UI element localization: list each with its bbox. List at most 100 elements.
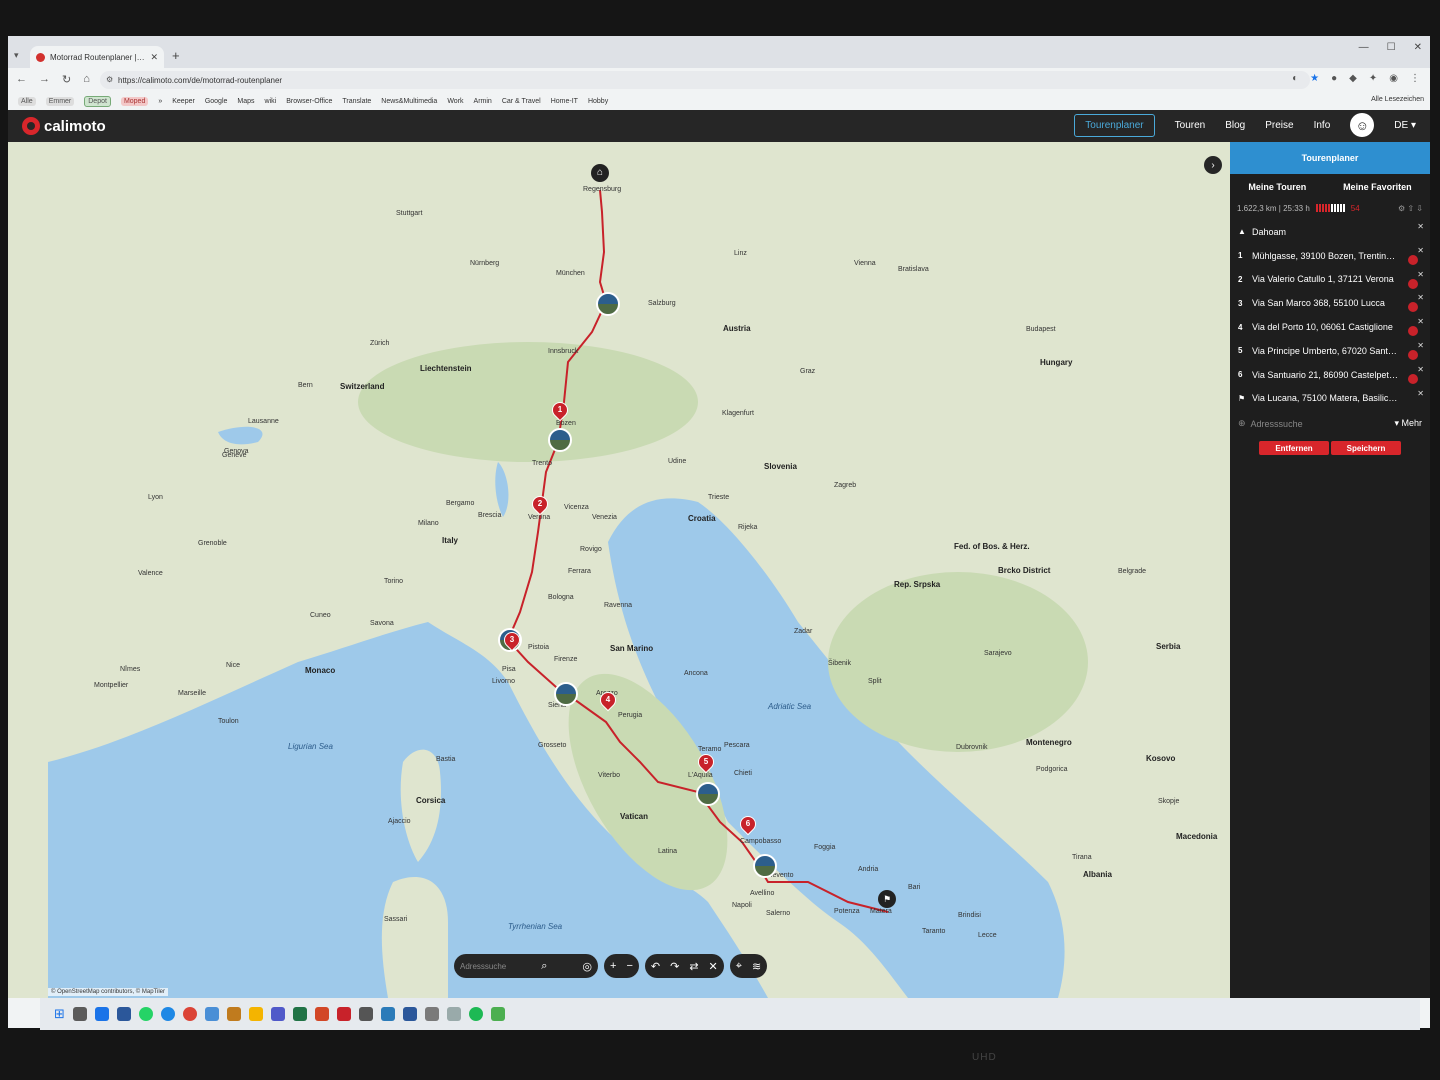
app-red-icon[interactable] xyxy=(336,1007,351,1021)
user-avatar-icon[interactable]: ☺ xyxy=(1350,113,1375,137)
redo-icon[interactable]: ↷ xyxy=(670,960,679,973)
extension-icon[interactable]: ● xyxy=(1331,73,1337,84)
bookmark-item[interactable]: Keeper xyxy=(172,98,195,105)
motorcycle-mode-icon[interactable] xyxy=(1408,278,1418,289)
photo-poi-icon[interactable] xyxy=(753,854,777,878)
panel-address-search[interactable]: ⊕ Adresssuche ▾ Mehr xyxy=(1230,410,1430,437)
list-item-end[interactable]: ⚑ Via Lucana, 75100 Matera, Basilicata ✕ xyxy=(1230,387,1430,411)
bookmark-item[interactable]: News&Multimedia xyxy=(381,98,437,105)
remove-waypoint-icon[interactable]: ✕ xyxy=(1417,246,1424,255)
app-light-icon[interactable] xyxy=(446,1007,461,1021)
photo-poi-icon[interactable] xyxy=(548,428,572,452)
map-attribution[interactable]: © OpenStreetMap contributors, © MapTiler xyxy=(48,988,168,996)
motorcycle-mode-icon[interactable] xyxy=(1408,326,1418,337)
close-window-icon[interactable]: ✕ xyxy=(1414,42,1422,53)
all-bookmarks-folder[interactable]: Alle Lesezeichen xyxy=(1371,96,1424,103)
bookmark-item[interactable]: wiki xyxy=(265,98,277,105)
more-dropdown[interactable]: ▾ Mehr xyxy=(1394,418,1422,429)
remove-waypoint-icon[interactable]: ✕ xyxy=(1417,365,1424,374)
app-gray-icon[interactable] xyxy=(358,1007,373,1021)
map-search-box[interactable]: Adresssuche ⌕ ◎ xyxy=(454,954,598,978)
undo-icon[interactable]: ↶ xyxy=(651,960,660,973)
shield-icon[interactable]: ◆ xyxy=(1349,73,1357,84)
bookmark-item[interactable]: » xyxy=(158,98,162,105)
browser-tab[interactable]: Motorrad Routenplaner | calim ✕ xyxy=(30,46,164,68)
bookmark-star-icon[interactable]: ★ xyxy=(1310,73,1319,84)
remove-waypoint-icon[interactable]: ✕ xyxy=(1417,341,1424,350)
bookmark-item[interactable]: Home-IT xyxy=(551,98,578,105)
forward-icon[interactable]: → xyxy=(39,73,50,86)
photo-poi-icon[interactable] xyxy=(554,682,578,706)
app-icon[interactable] xyxy=(226,1007,241,1021)
nav-info[interactable]: Info xyxy=(1314,120,1331,131)
maximize-icon[interactable]: ☐ xyxy=(1387,42,1396,53)
nav-touren[interactable]: Touren xyxy=(1175,120,1206,131)
app-blue-icon[interactable] xyxy=(380,1007,395,1021)
collapse-panel-chevron-icon[interactable]: › xyxy=(1204,156,1222,174)
address-bar[interactable]: ⚙ https://calimoto.com/de/motorrad-route… xyxy=(100,71,1310,89)
list-item-waypoint[interactable]: 5 Via Principe Umberto, 67020 Santo Stefa… xyxy=(1230,339,1430,363)
language-select[interactable]: DE ▾ xyxy=(1394,120,1416,131)
tab-search-icon[interactable]: ▾ xyxy=(14,50,19,61)
remove-waypoint-icon[interactable]: ✕ xyxy=(1417,270,1424,279)
bookmark-item[interactable]: Emmer xyxy=(45,96,75,106)
motorcycle-mode-icon[interactable] xyxy=(1408,373,1418,384)
profile-icon[interactable]: ◉ xyxy=(1389,73,1398,84)
bookmark-item[interactable]: Maps xyxy=(237,98,254,105)
word-icon[interactable] xyxy=(402,1007,417,1021)
remove-waypoint-icon[interactable]: ✕ xyxy=(1417,389,1424,398)
locate-icon[interactable]: ◎ xyxy=(582,960,592,973)
optimize-route-icon[interactable]: ⇄ xyxy=(689,960,698,973)
nav-tourenplaner[interactable]: Tourenplaner xyxy=(1074,113,1155,137)
list-item-waypoint[interactable]: 6 Via Santuario 21, 86090 Castelpetroso ✕ xyxy=(1230,363,1430,387)
list-item-waypoint[interactable]: 2 Via Valerio Catullo 1, 37121 Verona ✕ xyxy=(1230,268,1430,292)
save-button[interactable]: Speichern xyxy=(1331,441,1401,456)
back-icon[interactable]: ← xyxy=(16,73,27,86)
bookmark-item[interactable]: Armin xyxy=(474,98,492,105)
spotify-icon[interactable] xyxy=(468,1007,483,1021)
tab-close-icon[interactable]: ✕ xyxy=(150,52,158,63)
bookmark-item[interactable]: Car & Travel xyxy=(502,98,541,105)
minimize-icon[interactable]: — xyxy=(1359,42,1369,53)
list-item-waypoint[interactable]: 4 Via del Porto 10, 06061 Castiglione ✕ xyxy=(1230,315,1430,339)
translate-icon[interactable]: ◐ xyxy=(1292,73,1298,84)
nav-blog[interactable]: Blog xyxy=(1225,120,1245,131)
kebab-menu-icon[interactable]: ⋮ xyxy=(1410,73,1420,84)
windows-start-icon[interactable]: ⊞ xyxy=(54,1006,65,1022)
list-item-waypoint[interactable]: 3 Via San Marco 368, 55100 Lucca ✕ xyxy=(1230,291,1430,315)
route-settings-icons[interactable]: ⚙ ⇧ ⇩ xyxy=(1398,204,1423,213)
outlook-icon[interactable] xyxy=(94,1007,109,1021)
remove-waypoint-icon[interactable]: ✕ xyxy=(1417,222,1424,231)
motorcycle-mode-icon[interactable] xyxy=(1408,302,1418,313)
reload-icon[interactable]: ↻ xyxy=(62,73,71,86)
whatsapp-icon[interactable] xyxy=(138,1007,153,1021)
layers-icon[interactable]: ≋ xyxy=(752,960,761,973)
bookmark-item[interactable]: Hobby xyxy=(588,98,608,105)
finish-flag-icon[interactable]: ⚑ xyxy=(878,890,896,908)
taskview-icon[interactable] xyxy=(72,1007,87,1021)
bookmark-item[interactable]: Translate xyxy=(342,98,371,105)
explorer-icon[interactable] xyxy=(248,1007,263,1021)
home-marker-icon[interactable]: ⌂ xyxy=(591,164,609,182)
motorcycle-mode-icon[interactable] xyxy=(1408,349,1418,360)
remove-button[interactable]: Entfernen xyxy=(1259,441,1329,456)
poi-pin-icon[interactable]: ⌖ xyxy=(736,960,742,973)
bookmark-item[interactable]: Google xyxy=(205,98,228,105)
zoom-out-icon[interactable]: − xyxy=(626,960,632,972)
add-circle-icon[interactable]: ⊕ xyxy=(1238,418,1246,429)
chrome-icon[interactable] xyxy=(182,1007,197,1021)
app-circle-icon[interactable] xyxy=(160,1007,175,1021)
remove-waypoint-icon[interactable]: ✕ xyxy=(1417,317,1424,326)
search-icon[interactable]: ⌕ xyxy=(541,960,547,973)
motorcycle-mode-icon[interactable] xyxy=(1408,254,1418,265)
app-green-icon[interactable] xyxy=(490,1007,505,1021)
map-canvas[interactable]: Austria Switzerland Italy Slovenia Croat… xyxy=(8,142,1230,998)
list-item-start[interactable]: ▲ Dahoam ✕ xyxy=(1230,220,1430,244)
new-tab-icon[interactable]: + xyxy=(172,48,180,63)
site-info-icon[interactable]: ⚙ xyxy=(106,75,113,84)
bookmark-item[interactable]: Depot xyxy=(84,95,111,107)
zoom-in-icon[interactable]: + xyxy=(610,960,616,972)
excel-icon[interactable] xyxy=(292,1007,307,1021)
photo-poi-icon[interactable] xyxy=(596,292,620,316)
bookmark-item[interactable]: Work xyxy=(447,98,463,105)
